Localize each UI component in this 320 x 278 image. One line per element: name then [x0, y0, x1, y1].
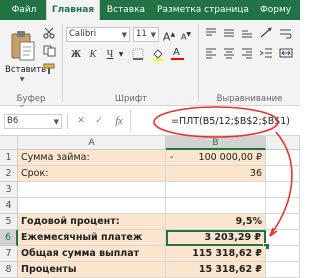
annotation-overlay — [153, 106, 293, 237]
row-header[interactable]: 8 — [0, 262, 18, 278]
annotation-arrow — [269, 131, 293, 237]
highlight-ellipse — [153, 106, 279, 138]
cell-a8[interactable]: Проценты — [18, 262, 166, 278]
cell-b8[interactable]: 15 318,62 ₽ — [166, 262, 266, 278]
cell-c8[interactable] — [266, 262, 300, 278]
